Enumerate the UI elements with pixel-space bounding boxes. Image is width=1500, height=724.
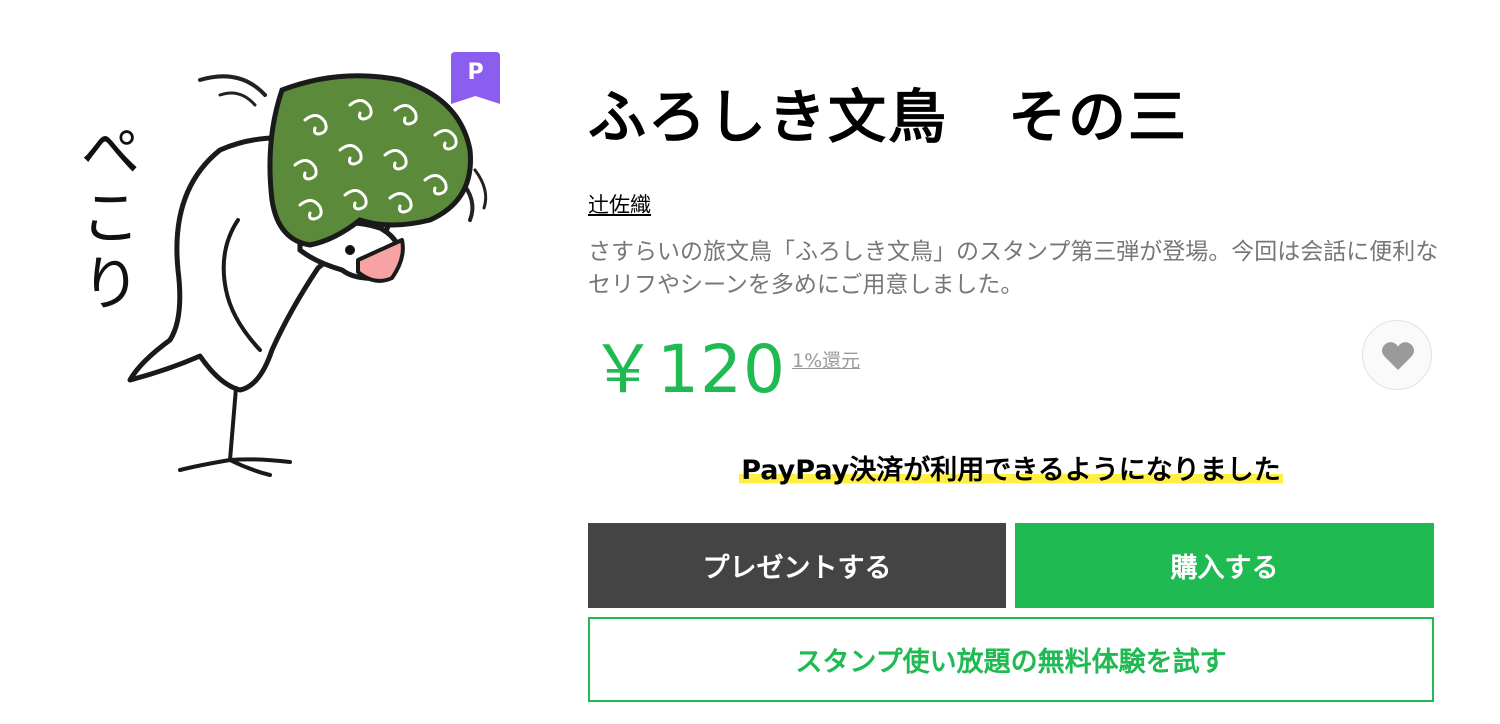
gift-button[interactable]: プレゼントする: [588, 523, 1006, 608]
heart-icon: [1381, 342, 1415, 370]
paypay-notice-text: PayPay決済が利用できるようになりました: [739, 455, 1283, 486]
point-rate-link[interactable]: 1%還元: [792, 346, 860, 373]
subscription-trial-button[interactable]: スタンプ使い放題の無料体験を試す: [588, 617, 1434, 702]
product-title: ふろしき文鳥 その三: [588, 83, 1189, 151]
sticker-image: ぺこり: [50, 50, 510, 510]
sticker-caption: ぺこり: [70, 120, 140, 318]
premium-badge-label: P: [467, 60, 484, 85]
product-price: ￥120: [590, 331, 786, 408]
paypay-notice: PayPay決済が利用できるようになりました: [588, 448, 1434, 487]
author-link[interactable]: 辻佐織: [588, 189, 651, 219]
premium-badge-icon: P: [451, 52, 500, 104]
product-description: さすらいの旅文鳥「ふろしき文鳥」のスタンプ第三弾が登場。今回は会話に便利なセリフ…: [588, 239, 1439, 299]
favorite-button[interactable]: [1362, 320, 1432, 390]
buy-button[interactable]: 購入する: [1015, 523, 1434, 608]
